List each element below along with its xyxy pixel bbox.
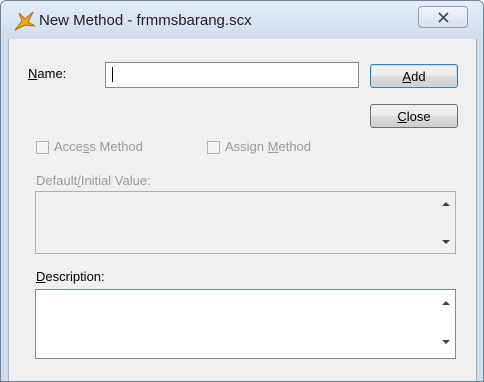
text-caret [112,67,113,82]
add-button-label: Add [402,68,426,84]
title-bar[interactable]: New Method - frmmsbarang.scx [1,1,483,39]
close-icon [437,11,449,23]
scroll-down-icon [442,240,450,244]
name-label: Name: [28,66,67,81]
scroll-down-icon[interactable] [442,340,450,344]
close-button[interactable]: Close [370,104,458,128]
assign-method-label: Assign Method [225,139,312,154]
window-close-button[interactable] [418,6,468,28]
description-textarea[interactable] [35,289,456,359]
scroll-up-icon[interactable] [442,301,450,305]
scroll-up-icon [442,202,450,206]
new-method-dialog: New Method - frmmsbarang.scx Name: Add C… [0,0,484,382]
default-value-scrollbar [438,192,455,253]
access-method-checkbox[interactable] [36,141,49,154]
access-method-label: Access Method [54,139,143,154]
description-label: Description: [36,269,105,284]
default-value-textarea [35,191,456,254]
foxpro-icon [14,11,36,31]
description-scrollbar[interactable] [438,290,455,358]
add-button[interactable]: Add [370,64,458,88]
name-input[interactable] [105,62,359,88]
assign-method-checkbox[interactable] [207,141,220,154]
default-value-label: Default/Initial Value: [36,173,151,188]
dialog-body: Name: Add Close Access Method Assign Met… [8,39,477,381]
window-title: New Method - frmmsbarang.scx [39,12,252,29]
close-button-label: Close [397,108,431,124]
